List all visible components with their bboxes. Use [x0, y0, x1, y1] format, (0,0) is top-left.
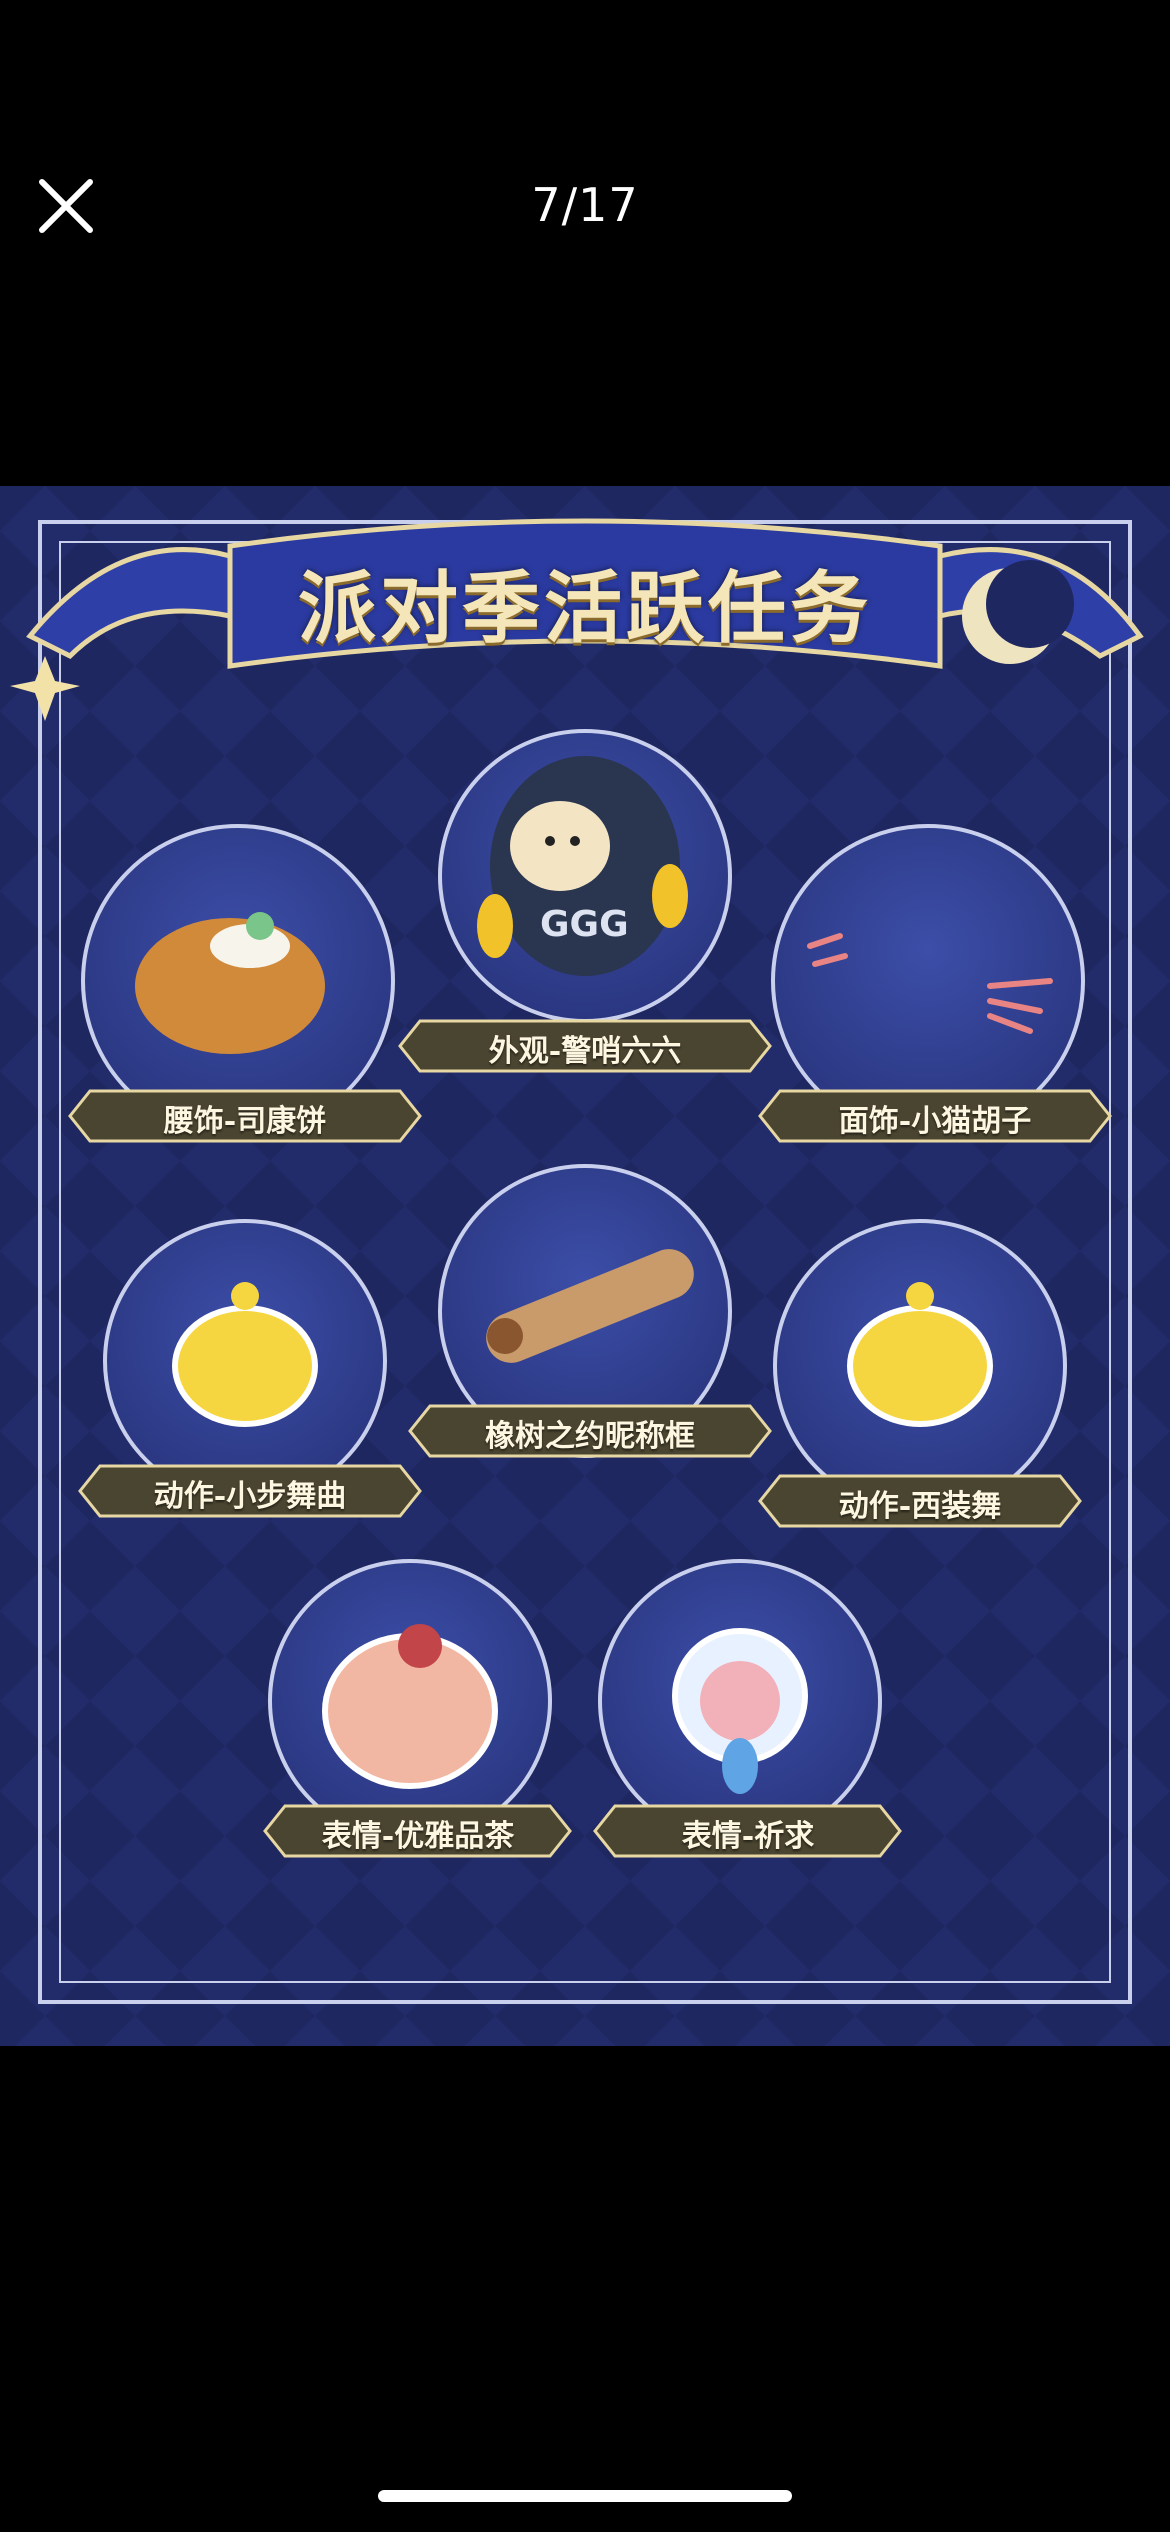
item-label-cat-whiskers: 面饰-小猫胡子	[838, 1104, 1032, 1139]
poster-artwork: GGG	[0, 486, 1170, 2046]
poster-title: 派对季活跃任务	[297, 563, 873, 654]
svg-text:GGG: GGG	[540, 904, 629, 945]
item-label-minuet-dance: 动作-小步舞曲	[153, 1479, 347, 1514]
item-label-scone: 腰饰-司康饼	[163, 1104, 327, 1139]
poster-image[interactable]: GGG 派对季活跃任务 外观-警哨六六 腰饰-司康饼 面饰-小猫胡子 橡树之约昵…	[0, 486, 1170, 2046]
item-label-pray-emote: 表情-祈求	[681, 1819, 815, 1854]
item-label-oak-nameplate: 橡树之约昵称框	[485, 1419, 695, 1454]
viewer-top-bar: 7/17	[0, 0, 1170, 420]
item-label-suit-dance: 动作-西装舞	[838, 1489, 1002, 1524]
image-counter: 7/17	[531, 178, 639, 232]
item-label-whistle-costume: 外观-警哨六六	[488, 1034, 682, 1069]
item-label-tea-emote: 表情-优雅品茶	[321, 1819, 515, 1854]
home-indicator[interactable]	[378, 2490, 792, 2502]
